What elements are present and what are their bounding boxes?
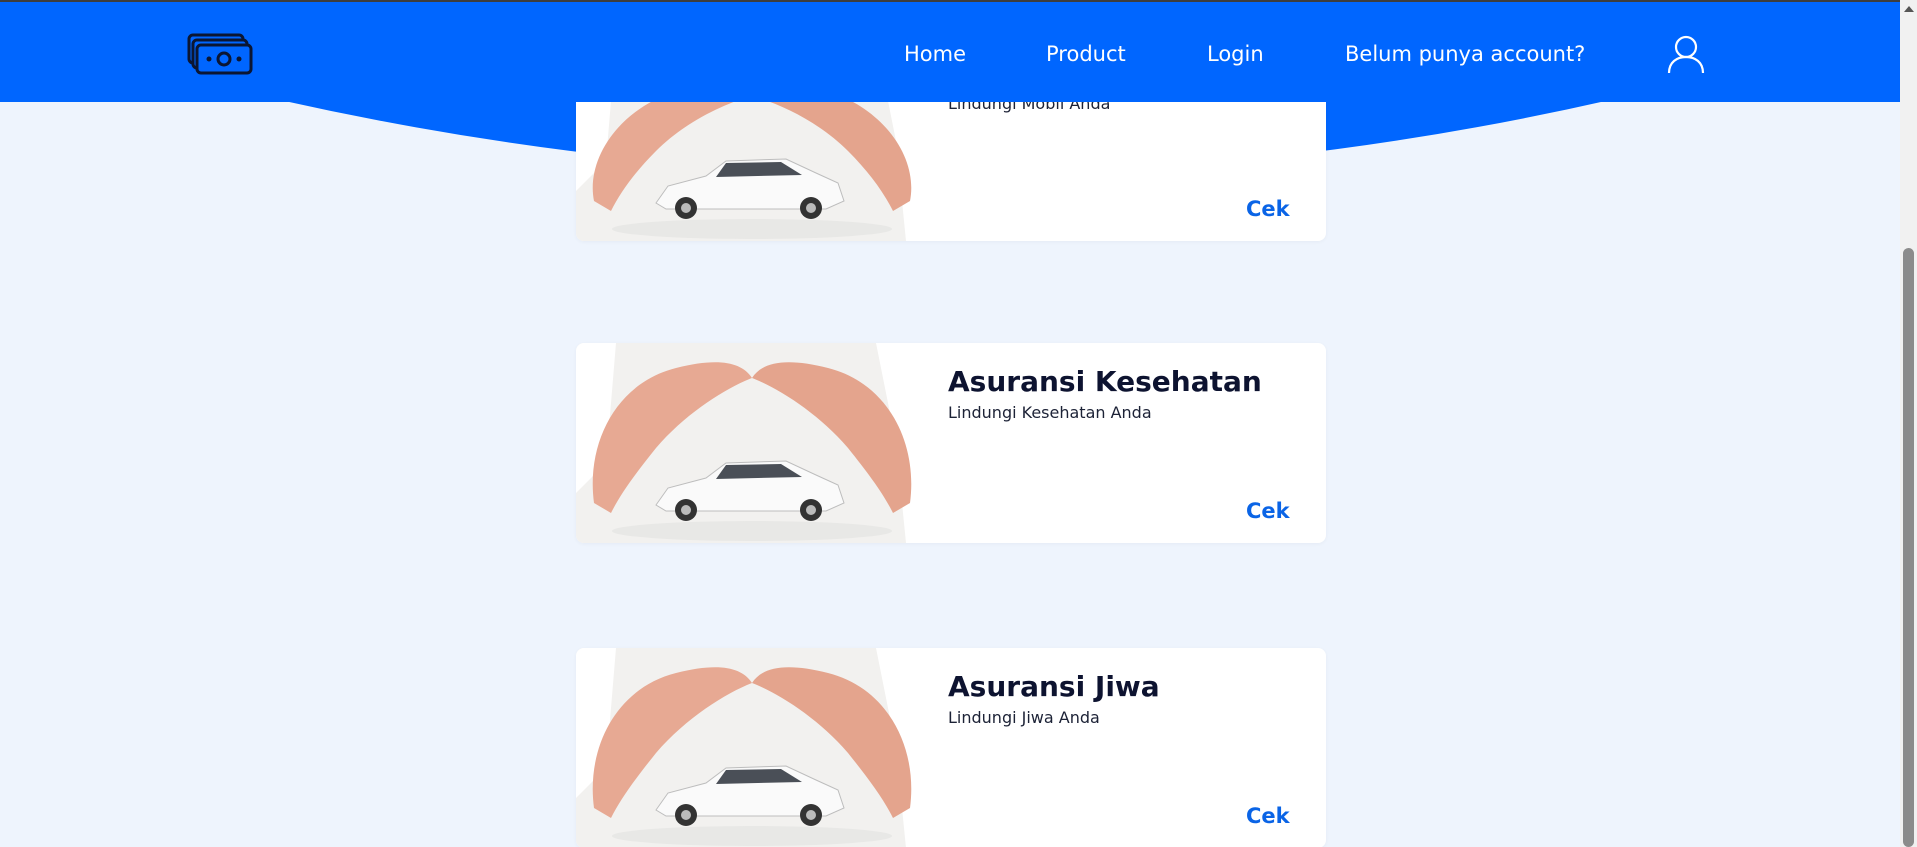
- page-viewport: Lindungi Mobil Anda Cek Asuransi Kesehat…: [0, 0, 1900, 847]
- navbar: Home Product Login Belum punya account?: [0, 0, 1900, 102]
- cek-button[interactable]: Cek: [1246, 499, 1290, 523]
- card-image: [576, 648, 928, 847]
- cek-button[interactable]: Cek: [1246, 197, 1290, 221]
- card-subtitle: Lindungi Jiwa Anda: [948, 708, 1100, 727]
- card-image: [576, 343, 928, 543]
- money-stack-icon[interactable]: [187, 33, 253, 75]
- scroll-up-arrow-icon[interactable]: [1904, 6, 1914, 12]
- cek-button[interactable]: Cek: [1246, 804, 1290, 828]
- card-subtitle: Lindungi Kesehatan Anda: [948, 403, 1152, 422]
- car-protection-image: [576, 343, 928, 543]
- nav-register-link[interactable]: Belum punya account?: [1345, 42, 1585, 66]
- scrollbar-thumb[interactable]: [1903, 248, 1914, 847]
- product-card-life: Asuransi Jiwa Lindungi Jiwa Anda Cek: [576, 648, 1326, 847]
- vertical-scrollbar[interactable]: [1900, 0, 1917, 847]
- nav-login-link[interactable]: Login: [1207, 42, 1264, 66]
- nav-home-link[interactable]: Home: [904, 42, 966, 66]
- card-title: Asuransi Jiwa: [948, 670, 1160, 703]
- nav-product-link[interactable]: Product: [1046, 42, 1126, 66]
- user-icon[interactable]: [1667, 34, 1705, 74]
- product-card-health: Asuransi Kesehatan Lindungi Kesehatan An…: [576, 343, 1326, 543]
- card-title: Asuransi Kesehatan: [948, 365, 1262, 398]
- car-protection-image: [576, 648, 928, 847]
